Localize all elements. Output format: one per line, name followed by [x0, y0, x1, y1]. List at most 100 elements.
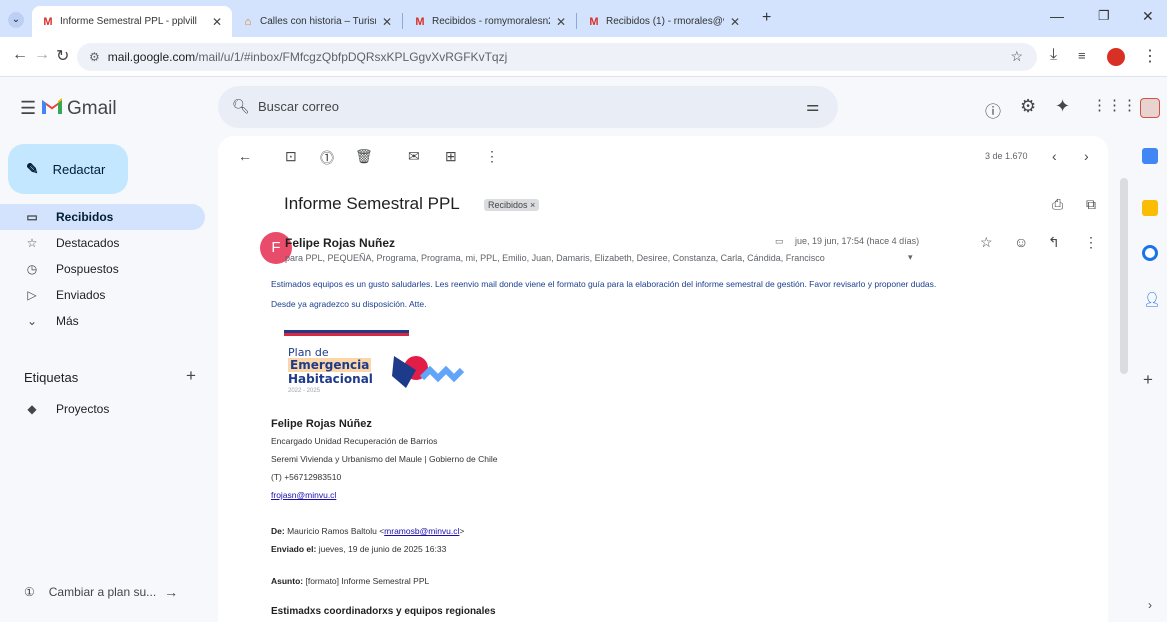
minimize-icon[interactable]: — — [1050, 8, 1064, 24]
new-tab-icon[interactable]: + — [762, 9, 771, 27]
gemini-sparkle-icon[interactable]: ✦ — [1055, 96, 1070, 117]
close-icon[interactable]: ✕ — [556, 15, 566, 29]
search-bar[interactable]: 🔍︎ Buscar correo ⚌ — [218, 86, 838, 128]
sidebar-item-enviados[interactable]: ▷ Enviados — [0, 282, 205, 308]
settings-gear-icon[interactable]: ⚙ — [1020, 96, 1036, 117]
download-icon[interactable]: ⤓ — [1050, 46, 1057, 64]
restore-icon[interactable]: ❐ — [1098, 8, 1110, 24]
print-icon[interactable]: ⎙ — [1052, 196, 1063, 213]
forward-sent-value: jueves, 19 de junio de 2025 16:33 — [318, 544, 447, 554]
get-addons-icon[interactable]: + — [1143, 370, 1153, 390]
browser-tab[interactable]: ⌂ Calles con historia – Turismo e ✕ — [232, 6, 402, 37]
gmail-icon: M — [415, 15, 425, 28]
pencil-icon: ✎ — [26, 161, 39, 178]
inbox-icon: ▭ — [26, 210, 38, 224]
signature-name: Felipe Rojas Núñez — [271, 418, 372, 430]
attachment-badge-icon: ▭ — [775, 236, 784, 246]
move-to-icon[interactable]: ⊞ — [445, 148, 457, 165]
gmail-icon: M — [43, 15, 53, 28]
browser-tab[interactable]: M Informe Semestral PPL - pplvill ✕ — [32, 6, 232, 37]
logo-text: Emergencia — [288, 358, 372, 372]
profile-avatar[interactable] — [1107, 48, 1125, 66]
forward-from-label: De: — [271, 526, 285, 536]
star-icon[interactable]: ☆ — [980, 234, 993, 251]
gmail-logo-icon[interactable] — [40, 96, 64, 116]
sidebar-item-pospuestos[interactable]: ◷ Pospuestos — [0, 256, 205, 282]
chevron-down-icon: ⌄ — [26, 314, 38, 328]
recipients-dropdown-icon[interactable]: ▾ — [908, 252, 913, 263]
plan-emergencia-logo: Plan de Emergencia Habitacional 2022 - 2… — [284, 330, 484, 420]
tasks-icon[interactable] — [1142, 245, 1158, 261]
report-spam-icon[interactable]: ⓵ — [320, 148, 334, 168]
upgrade-icon: ① — [24, 585, 35, 599]
calendar-icon[interactable] — [1142, 148, 1158, 164]
recipients-list: para PPL, PEQUEÑA, Programa, Programa, m… — [285, 253, 825, 263]
sender-name[interactable]: Felipe Rojas Nuñez — [285, 236, 395, 250]
gmail-logo-text[interactable]: Gmail — [67, 98, 117, 120]
signature-email-link[interactable]: frojasn@minvu.cl — [271, 490, 336, 500]
compose-button[interactable]: ✎ Redactar — [8, 144, 128, 194]
add-label-icon[interactable]: + — [186, 366, 196, 386]
tab-title: Recibidos (1) - rmorales@villa — [606, 16, 724, 27]
keep-icon[interactable] — [1142, 200, 1158, 216]
tab-title: Calles con historia – Turismo e — [260, 16, 376, 27]
signature-org: Seremi Vivienda y Urbanismo del Maule | … — [271, 454, 498, 464]
sidebar-item-mas[interactable]: ⌄ Más — [0, 308, 205, 334]
close-window-icon[interactable]: ✕ — [1142, 8, 1154, 25]
message-more-icon[interactable]: ⋮ — [1084, 234, 1098, 251]
upgrade-plan-link[interactable]: ① Cambiar a plan su... → — [24, 584, 178, 600]
forward-from-email-link[interactable]: mramosb@minvu.cl — [384, 526, 459, 536]
back-to-inbox-icon[interactable]: ← — [238, 148, 252, 164]
reply-icon[interactable]: ↰ — [1048, 234, 1060, 251]
pagination-text: 3 de 1.670 — [985, 151, 1028, 161]
contacts-icon[interactable]: 👤︎ — [1143, 291, 1161, 308]
main-menu-icon[interactable]: ☰ — [20, 98, 36, 119]
account-avatar[interactable] — [1140, 98, 1160, 118]
prev-page-icon[interactable]: ‹ — [1052, 148, 1057, 164]
mark-unread-icon[interactable]: ✉ — [408, 148, 420, 165]
clock-icon: ◷ — [26, 262, 38, 276]
body-text: Desde ya agradezco su disposición. Atte. — [271, 299, 427, 309]
browser-tab[interactable]: M Recibidos - romymoralesn25@ ✕ — [404, 6, 576, 37]
inbox-label-chip[interactable]: Recibidos × — [484, 199, 540, 211]
labels-heading: Etiquetas — [24, 370, 79, 385]
site-info-icon[interactable]: ⚙ — [89, 50, 100, 64]
close-icon[interactable]: ✕ — [212, 15, 222, 29]
message-date: jue, 19 jun, 17:54 (hace 4 días) — [795, 236, 920, 246]
archive-icon[interactable]: ⊡ — [285, 148, 297, 165]
search-icon[interactable]: 🔍︎ — [232, 98, 250, 115]
delete-icon[interactable]: 🗑︎ — [355, 148, 373, 165]
sidebar-item-label: Enviados — [56, 288, 106, 302]
expand-panel-icon[interactable]: › — [1148, 598, 1152, 612]
search-options-icon[interactable]: ⚌ — [806, 97, 819, 115]
arrow-right-icon: → — [164, 584, 179, 600]
sidebar-item-destacados[interactable]: ☆ Destacados — [0, 230, 205, 256]
sidebar-label-proyectos[interactable]: ◆ Proyectos — [0, 396, 205, 422]
next-page-icon[interactable]: › — [1084, 148, 1089, 164]
emoji-react-icon[interactable]: ☺ — [1014, 234, 1028, 250]
browser-tab[interactable]: M Recibidos (1) - rmorales@villa ✕ — [578, 6, 750, 37]
back-icon[interactable]: ← — [12, 46, 28, 64]
send-icon: ▷ — [27, 288, 37, 302]
reload-icon[interactable]: ↻ — [56, 46, 69, 66]
scrollbar[interactable] — [1120, 178, 1128, 374]
sidebar-item-recibidos[interactable]: ▭ Recibidos — [0, 204, 205, 230]
address-bar-row: ← → ↻ ⚙ mail.google.com/mail/u/1/#inbox/… — [0, 37, 1167, 77]
more-options-icon[interactable]: ⋮ — [485, 148, 499, 165]
apps-grid-icon[interactable]: ⋮⋮⋮ — [1092, 96, 1137, 114]
search-input[interactable]: Buscar correo — [258, 99, 339, 114]
forward-icon[interactable]: → — [34, 46, 50, 64]
url-domain: mail.google.com — [107, 50, 196, 64]
close-icon[interactable]: ✕ — [730, 15, 740, 29]
tab-search-icon[interactable]: ⌄ — [8, 12, 24, 28]
open-new-window-icon[interactable]: ⧉ — [1086, 196, 1096, 213]
help-icon[interactable]: ⓘ — [985, 98, 1001, 122]
upgrade-text: Cambiar a plan su... — [48, 585, 157, 599]
url-field[interactable]: ⚙ mail.google.com/mail/u/1/#inbox/FMfcgz… — [77, 43, 1037, 71]
close-icon[interactable]: ✕ — [382, 15, 392, 29]
logo-years: 2022 - 2025 — [288, 388, 321, 394]
sidebar-item-label: Proyectos — [56, 402, 110, 416]
browser-menu-icon[interactable]: ⋮ — [1142, 46, 1158, 66]
reading-list-icon[interactable]: ≡ — [1078, 48, 1086, 63]
bookmark-star-icon[interactable]: ☆ — [1010, 48, 1023, 65]
